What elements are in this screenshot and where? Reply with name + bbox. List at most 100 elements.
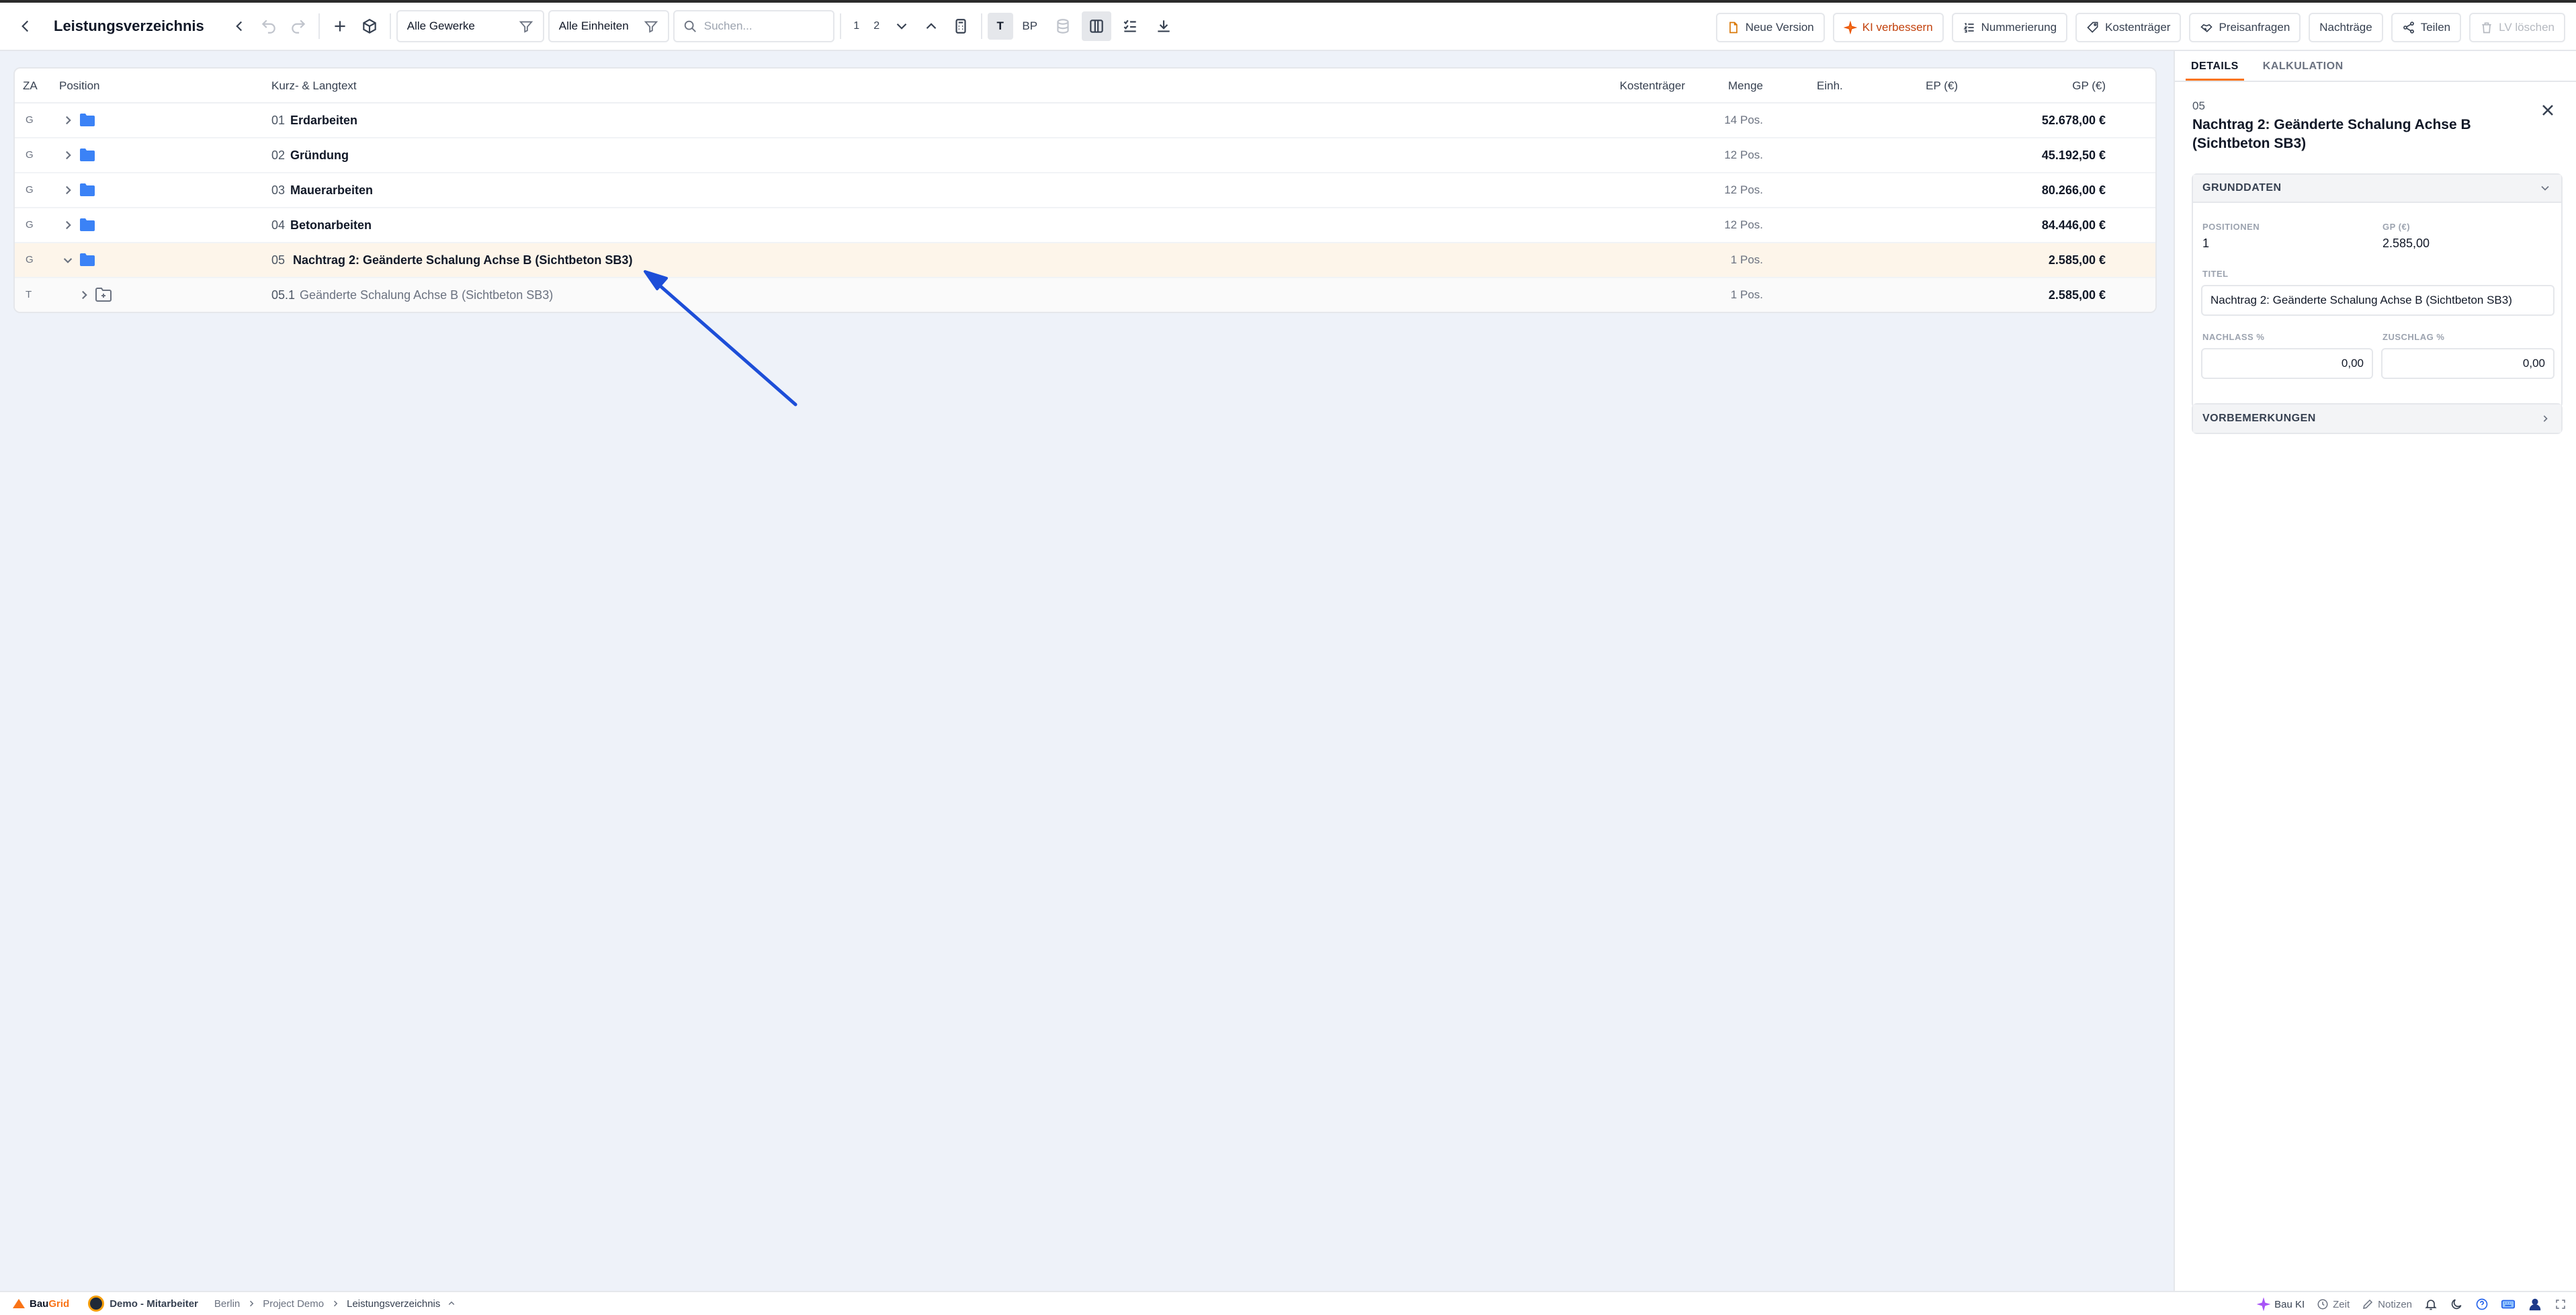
grunddaten-header[interactable]: GRUNDDATEN [2193, 175, 2561, 203]
row-number: 05 [271, 253, 286, 267]
chevron-up-icon[interactable] [445, 1298, 458, 1310]
view-t-toggle[interactable]: T [987, 13, 1013, 40]
bell-icon[interactable] [2424, 1298, 2438, 1311]
details-tabs: DETAILS KALKULATION [2175, 51, 2576, 82]
vorbemerkungen-header[interactable]: VORBEMERKUNGEN [2193, 405, 2561, 433]
bau-ki-button[interactable]: Bau KI [2257, 1298, 2305, 1311]
view-bp-toggle[interactable]: BP [1017, 13, 1043, 40]
teilen-button[interactable]: Teilen [2391, 13, 2462, 42]
detail-number: 05 [2192, 99, 2205, 112]
row-total: 84.446,00 € [2041, 218, 2106, 232]
calculator-icon[interactable] [946, 11, 976, 41]
chevron-right-icon[interactable] [59, 146, 77, 164]
breadcrumb-berlin[interactable]: Berlin [214, 1298, 240, 1310]
brand-name-grid: Grid [48, 1298, 70, 1310]
checklist-icon[interactable] [1115, 11, 1145, 41]
user-badge[interactable]: Demo - Mitarbeiter [88, 1296, 198, 1312]
redo-icon[interactable] [284, 11, 313, 41]
table-row[interactable]: G 03 Mauerarbeiten 12 Pos. 80.266,00 € [15, 173, 2155, 208]
collapse-all-chevron-up-icon[interactable] [916, 11, 946, 41]
divider [980, 13, 982, 39]
row-total: 2.585,00 € [2048, 288, 2106, 302]
breadcrumb-project[interactable]: Project Demo [263, 1298, 324, 1310]
brand-logo[interactable]: Bau Grid [12, 1298, 69, 1310]
gp-value: 2.585,00 [2382, 237, 2430, 250]
row-za: G [26, 114, 34, 126]
tab-details[interactable]: DETAILS [2186, 51, 2244, 81]
clock-icon [2317, 1299, 2328, 1310]
table-row-selected[interactable]: G 05 Nachtrag 2: Geänderte Schalung Achs… [15, 243, 2155, 278]
search-icon [684, 20, 696, 32]
row-title: Betonarbeiten [290, 218, 372, 232]
database-icon[interactable] [1048, 11, 1078, 41]
handshake-icon [2200, 24, 2213, 32]
document-icon [1729, 22, 1737, 34]
moon-icon[interactable] [2450, 1298, 2463, 1311]
download-icon[interactable] [1149, 11, 1178, 41]
keyboard-icon[interactable] [2501, 1297, 2516, 1312]
preisanfragen-button[interactable]: Preisanfragen [2189, 13, 2301, 42]
divider [318, 13, 320, 39]
chevron-right-icon[interactable] [75, 286, 93, 304]
table-row-child[interactable]: T 05.1 Geänderte Schalung Achse B (Sicht… [15, 278, 2155, 312]
neue-version-button[interactable]: Neue Version [1715, 13, 1825, 42]
nummerierung-button[interactable]: Nummerierung [1951, 13, 2068, 42]
zuschlag-input[interactable]: 0,00 [2381, 348, 2554, 379]
folder-icon [79, 218, 95, 232]
chevron-right-icon [250, 1300, 254, 1307]
chevron-right-icon[interactable] [59, 216, 77, 234]
columns-icon[interactable] [1081, 11, 1111, 41]
back-chevron-icon[interactable] [11, 11, 40, 41]
row-za: T [26, 289, 32, 300]
level-2-button[interactable]: 2 [867, 20, 887, 32]
search-input[interactable]: Suchen... [673, 10, 834, 42]
ki-verbessern-label: KI verbessern [1862, 21, 1933, 34]
notizen-button[interactable]: Notizen [2362, 1298, 2412, 1310]
titel-input[interactable]: Nachtrag 2: Geänderte Schalung Achse B (… [2201, 285, 2554, 316]
nachlass-input[interactable]: 0,00 [2201, 348, 2373, 379]
grunddaten-section: GRUNDDATEN POSITIONEN 1 GP (€) 2.585,00 … [2192, 173, 2563, 409]
row-quantity: 12 Pos. [1724, 218, 1763, 231]
table-row[interactable]: G 04 Betonarbeiten 12 Pos. 84.446,00 € [15, 208, 2155, 243]
account-icon[interactable] [2528, 1297, 2542, 1312]
chevron-right-icon [334, 1300, 338, 1307]
undo-icon[interactable] [254, 11, 284, 41]
level-1-button[interactable]: 1 [847, 20, 867, 32]
ki-verbessern-button[interactable]: KI verbessern [1832, 13, 1944, 42]
row-quantity: 1 Pos. [1730, 288, 1763, 301]
chevron-down-icon[interactable] [59, 251, 77, 269]
kostentraeger-button[interactable]: Kostenträger [2075, 13, 2182, 42]
einheiten-filter-select[interactable]: Alle Einheiten [548, 10, 669, 42]
chevron-right-icon[interactable] [59, 112, 77, 129]
col-kostentraeger: Kostenträger [1619, 79, 1685, 92]
nachtraege-button[interactable]: Nachträge [2309, 13, 2383, 42]
row-quantity: 14 Pos. [1724, 114, 1763, 126]
tab-kalkulation[interactable]: KALKULATION [2263, 51, 2344, 81]
titel-label: TITEL [2202, 269, 2229, 279]
lv-loeschen-label: LV löschen [2499, 21, 2554, 34]
row-title: Erdarbeiten [290, 114, 358, 127]
expand-all-chevron-down-icon[interactable] [887, 11, 916, 41]
positionen-value: 1 [2202, 237, 2210, 250]
filter-icon [519, 21, 533, 33]
sparkle-icon [2257, 1298, 2271, 1311]
zeit-button[interactable]: Zeit [2317, 1298, 2350, 1310]
collapse-chevron-icon[interactable] [224, 11, 254, 41]
lv-loeschen-button[interactable]: LV löschen [2469, 13, 2565, 42]
table-row[interactable]: G 02 Gründung 12 Pos. 45.192,50 € [15, 138, 2155, 173]
add-icon[interactable] [325, 11, 355, 41]
einheiten-filter-label: Alle Einheiten [558, 19, 629, 32]
filter-icon [644, 21, 658, 33]
pencil-icon [2363, 1299, 2373, 1309]
help-icon[interactable] [2475, 1298, 2489, 1311]
row-number: 02 [271, 149, 286, 162]
kostentraeger-label: Kostenträger [2105, 21, 2171, 34]
col-text: Kurz- & Langtext [271, 79, 357, 92]
package-icon[interactable] [355, 11, 384, 41]
vorbemerkungen-section[interactable]: VORBEMERKUNGEN [2192, 403, 2563, 434]
gewerke-filter-select[interactable]: Alle Gewerke [396, 10, 544, 42]
close-icon[interactable] [2538, 101, 2557, 120]
chevron-right-icon[interactable] [59, 181, 77, 199]
fullscreen-icon[interactable] [2554, 1298, 2567, 1310]
table-row[interactable]: G 01 Erdarbeiten 14 Pos. 52.678,00 € [15, 103, 2155, 138]
